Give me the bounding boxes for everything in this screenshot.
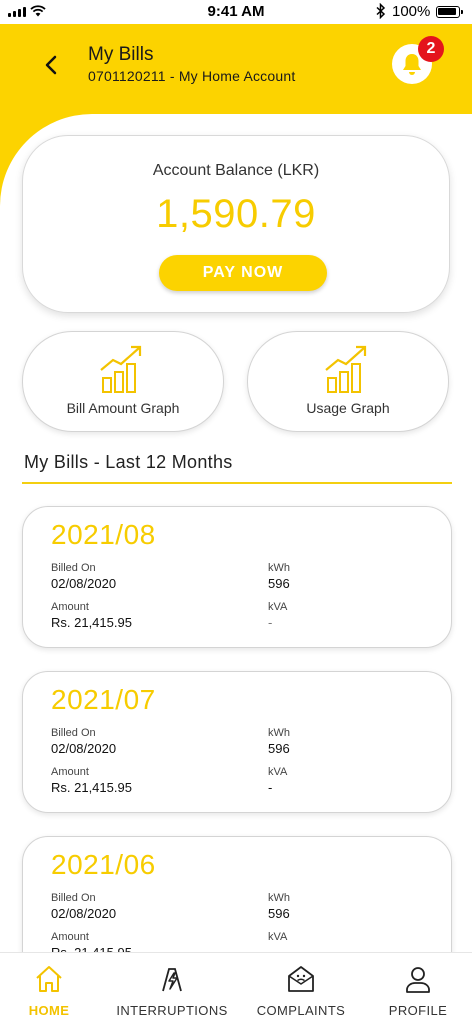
billed-on-label: Billed On: [51, 892, 96, 904]
growth-chart-icon: [100, 345, 142, 393]
bills-section-title: My Bills - Last 12 Months: [24, 452, 233, 472]
interruption-icon: [162, 968, 182, 992]
notification-badge: 2: [418, 36, 444, 62]
amount-value: Rs. 21,415.95: [51, 615, 132, 630]
bill-card[interactable]: 2021/07 Billed On 02/08/2020 Amount Rs. …: [22, 671, 452, 813]
balance-label: Account Balance (LKR): [152, 162, 320, 179]
kva-label: kVA: [268, 766, 288, 778]
billed-on-value: 02/08/2020: [51, 741, 117, 756]
kva-value: -: [268, 615, 273, 630]
bill-amount-graph-label: Bill Amount Graph: [66, 400, 180, 416]
back-button[interactable]: [36, 50, 66, 80]
amount-label: Amount: [51, 766, 89, 778]
kva-value: -: [268, 780, 273, 795]
usage-graph-label: Usage Graph: [306, 400, 390, 416]
kva-label: kVA: [268, 601, 288, 613]
usage-graph-button[interactable]: Usage Graph: [247, 331, 449, 432]
balance-amount: 1,590.79: [156, 192, 316, 236]
battery-percent: 100%: [392, 3, 431, 20]
pay-now-button[interactable]: PAY NOW: [159, 255, 327, 291]
battery-icon: [436, 6, 463, 18]
account-balance-card: Account Balance (LKR) 1,590.79 PAY NOW: [22, 135, 450, 313]
profile-icon: [406, 967, 430, 993]
nav-interruptions[interactable]: INTERRUPTIONS: [110, 953, 234, 1024]
billed-on-value: 02/08/2020: [51, 576, 117, 591]
bill-card[interactable]: 2021/08 Billed On 02/08/2020 Amount Rs. …: [22, 506, 452, 648]
bill-period: 2021/06: [51, 849, 156, 880]
kwh-value: 596: [268, 906, 290, 921]
nav-profile[interactable]: PROFILE: [368, 953, 468, 1024]
status-bar: 9:41 AM 100%: [0, 0, 472, 24]
account-subtitle: 0701120211 - My Home Account: [88, 68, 296, 84]
kwh-label: kWh: [268, 562, 290, 574]
bill-period: 2021/08: [51, 519, 156, 550]
bill-period: 2021/07: [51, 684, 156, 715]
nav-home-label: HOME: [28, 1003, 70, 1018]
section-divider: [22, 482, 452, 484]
amount-label: Amount: [51, 931, 89, 943]
kva-label: kVA: [268, 931, 288, 943]
kwh-label: kWh: [268, 727, 290, 739]
complaint-icon: [288, 966, 314, 992]
bluetooth-icon: [376, 2, 386, 22]
nav-complaints-label: COMPLAINTS: [256, 1003, 346, 1018]
amount-label: Amount: [51, 601, 89, 613]
chevron-left-icon: [45, 55, 57, 75]
kwh-value: 596: [268, 576, 290, 591]
page-title: My Bills: [88, 44, 154, 65]
home-icon: [36, 966, 62, 992]
nav-complaints[interactable]: COMPLAINTS: [246, 953, 356, 1024]
kwh-label: kWh: [268, 892, 290, 904]
kwh-value: 596: [268, 741, 290, 756]
billed-on-label: Billed On: [51, 727, 96, 739]
billed-on-label: Billed On: [51, 562, 96, 574]
nav-home[interactable]: HOME: [0, 953, 98, 1024]
bottom-nav: HOME INTERRUPTIONS COMPLAINTS PROFILE: [0, 952, 472, 1024]
nav-profile-label: PROFILE: [388, 1003, 448, 1018]
growth-chart-icon: [325, 345, 367, 393]
nav-interruptions-label: INTERRUPTIONS: [116, 1003, 228, 1018]
bill-amount-graph-button[interactable]: Bill Amount Graph: [22, 331, 224, 432]
amount-value: Rs. 21,415.95: [51, 780, 132, 795]
billed-on-value: 02/08/2020: [51, 906, 117, 921]
